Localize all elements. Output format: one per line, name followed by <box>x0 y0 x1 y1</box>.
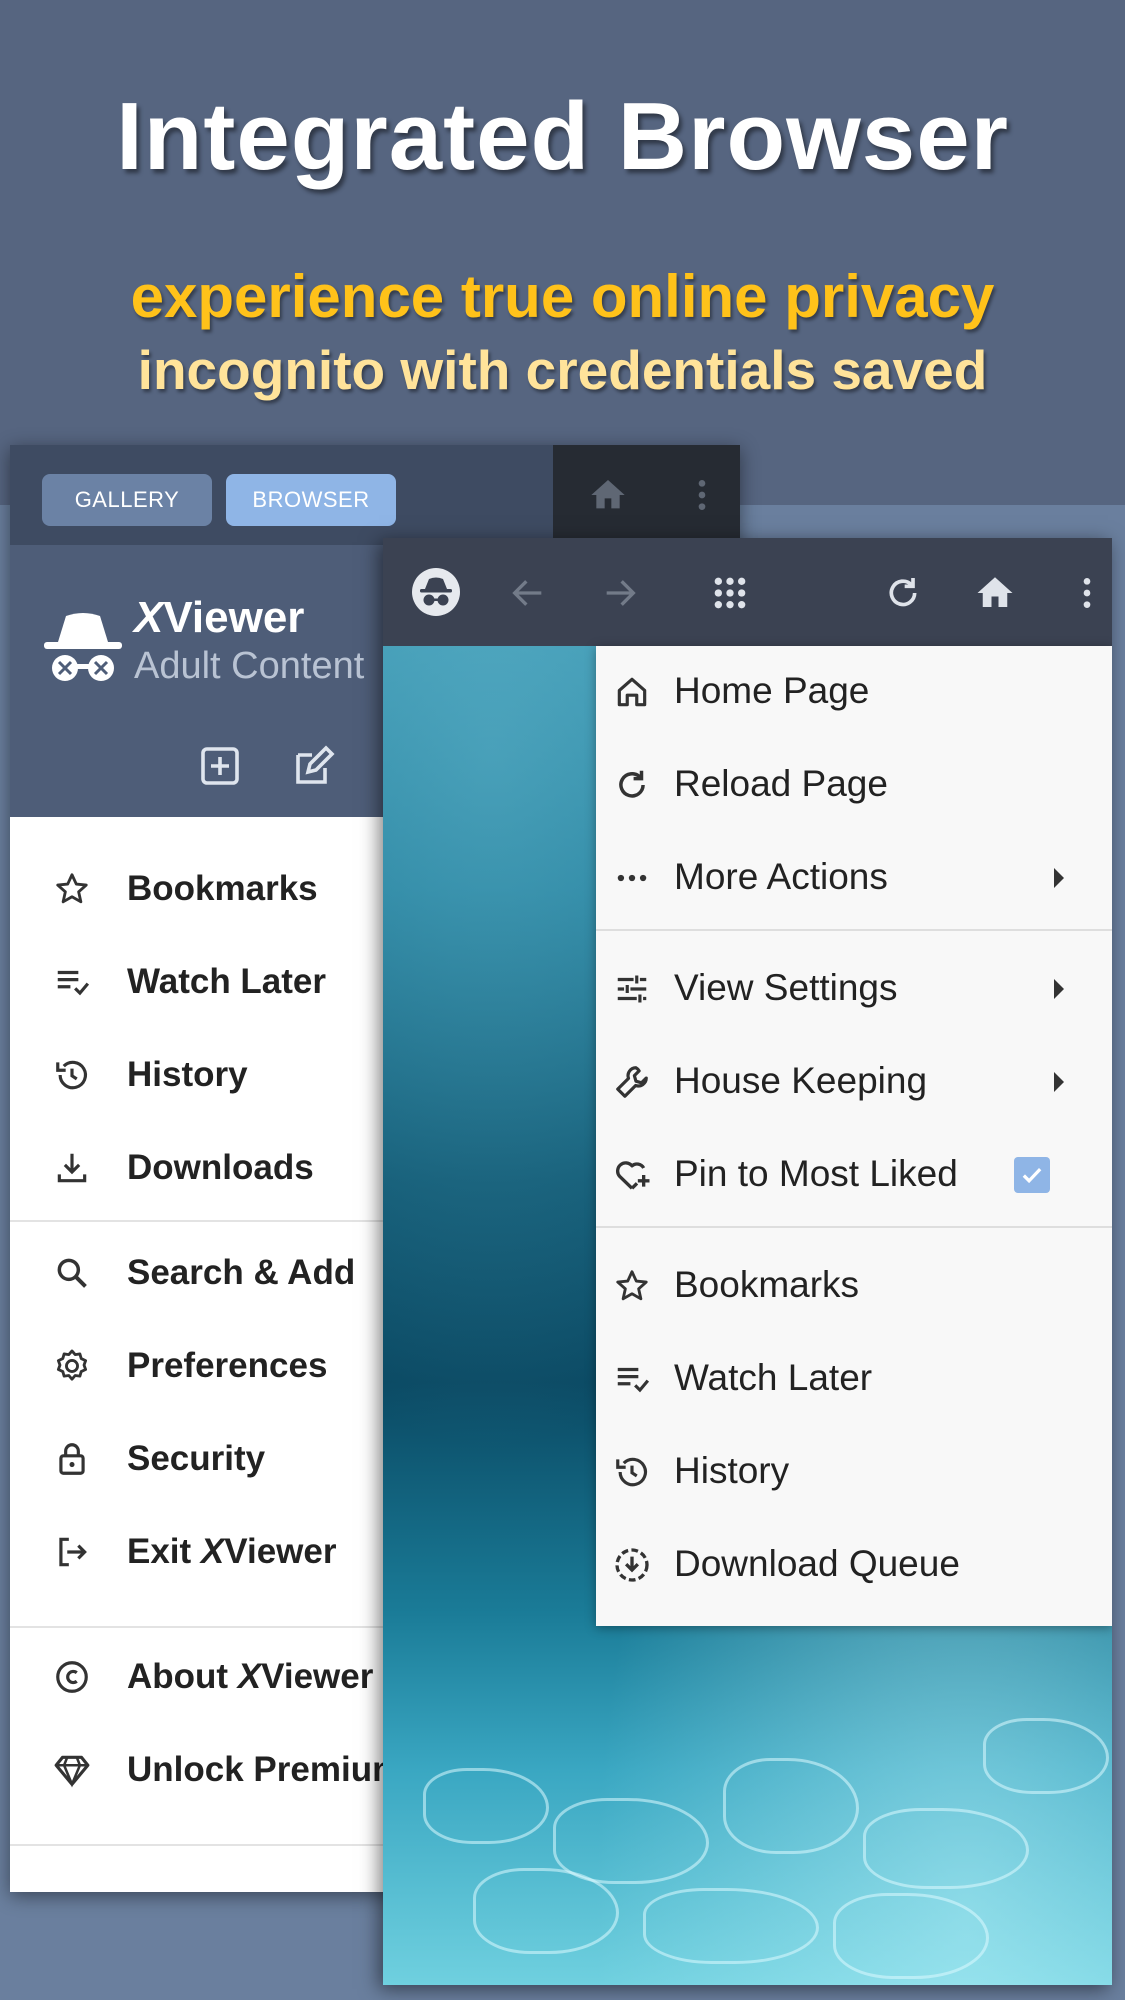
water-caustic <box>983 1718 1109 1794</box>
label-part: About <box>127 1656 238 1696</box>
water-caustic <box>723 1758 859 1854</box>
incognito-badge-icon[interactable] <box>411 567 461 617</box>
menu-item-label: Pin to Most Liked <box>674 1153 958 1194</box>
menu-item-label: Home Page <box>674 670 870 711</box>
playlist-check-icon <box>52 962 92 1002</box>
history-icon <box>612 1452 652 1492</box>
edit-icon[interactable] <box>290 742 338 790</box>
lock-icon <box>52 1439 92 1479</box>
menu-item-history[interactable]: History <box>596 1426 1112 1519</box>
menu-item-label: Bookmarks <box>674 1264 860 1305</box>
menu-item-bookmarks[interactable]: Bookmarks <box>596 1240 1112 1333</box>
water-caustic <box>643 1888 819 1964</box>
gear-icon <box>52 1346 92 1386</box>
drawer-item-label: About XViewer <box>127 1657 373 1697</box>
reload-icon <box>612 765 652 805</box>
drawer-item-label: History <box>127 1054 248 1094</box>
diamond-icon <box>52 1750 92 1790</box>
menu-item-label: Reload Page <box>674 763 888 804</box>
menu-item-more-actions[interactable]: More Actions <box>596 832 1112 925</box>
star-icon <box>52 869 92 909</box>
label-part: Exit <box>127 1531 201 1571</box>
browser-overflow-menu: Home Page Reload Page More Actions View … <box>596 646 1112 1626</box>
drawer-item-label: Security <box>127 1438 266 1478</box>
app-subtitle: Adult Content <box>134 645 365 687</box>
download-circle-icon <box>612 1545 652 1585</box>
pin-checkbox[interactable] <box>1014 1157 1050 1193</box>
menu-item-label: History <box>674 1450 790 1491</box>
tune-icon <box>612 969 652 1009</box>
menu-item-label: House Keeping <box>674 1060 928 1101</box>
tab-browser[interactable]: BROWSER <box>226 474 396 526</box>
menu-item-label: More Actions <box>674 856 888 897</box>
submenu-arrow-icon <box>1054 1072 1064 1092</box>
menu-item-home-page[interactable]: Home Page <box>596 646 1112 739</box>
apps-grid-icon[interactable] <box>707 570 753 616</box>
submenu-arrow-icon <box>1054 868 1064 888</box>
heart-plus-icon <box>612 1155 652 1195</box>
drawer-item-label: Preferences <box>127 1345 328 1385</box>
menu-item-view-settings[interactable]: View Settings <box>596 943 1112 1036</box>
label-rest: Viewer <box>261 1656 374 1696</box>
water-caustic <box>423 1768 549 1844</box>
app-name-prefix: X <box>134 593 164 642</box>
water-caustic <box>473 1868 619 1954</box>
app-name-rest: Viewer <box>163 593 305 642</box>
playlist-check-icon <box>612 1359 652 1399</box>
menu-item-label: Download Queue <box>674 1543 960 1584</box>
label-rest: Viewer <box>224 1531 337 1571</box>
incognito-logo-icon <box>38 602 128 692</box>
home-icon[interactable] <box>586 473 630 517</box>
menu-divider <box>596 1226 1112 1228</box>
menu-item-download-queue[interactable]: Download Queue <box>596 1519 1112 1612</box>
more-vertical-icon[interactable] <box>1064 570 1110 616</box>
drawer-item-label: Watch Later <box>127 961 327 1001</box>
browser-panel: Home Page Reload Page More Actions View … <box>383 538 1112 1985</box>
reload-icon[interactable] <box>880 570 926 616</box>
home-outline-icon <box>612 672 652 712</box>
label-italic-part: X <box>237 1656 262 1696</box>
more-vertical-icon[interactable] <box>680 473 724 517</box>
home-icon[interactable] <box>972 570 1018 616</box>
promo-subtitle-2: incognito with credentials saved <box>137 339 988 401</box>
add-box-icon[interactable] <box>196 742 244 790</box>
menu-item-watch-later[interactable]: Watch Later <box>596 1333 1112 1426</box>
app-name: XViewer <box>134 593 304 643</box>
menu-item-house-keeping[interactable]: House Keeping <box>596 1036 1112 1129</box>
menu-item-label: Watch Later <box>674 1357 873 1398</box>
copyright-icon <box>52 1657 92 1697</box>
drawer-item-label: Unlock Premium <box>127 1749 404 1789</box>
drawer-item-label: Downloads <box>127 1147 314 1187</box>
menu-divider <box>596 929 1112 931</box>
search-icon <box>52 1253 92 1293</box>
menu-item-label: View Settings <box>674 967 898 1008</box>
back-arrow-icon[interactable] <box>505 570 551 616</box>
menu-item-reload-page[interactable]: Reload Page <box>596 739 1112 832</box>
water-caustic <box>833 1893 989 1979</box>
label-italic-part: X <box>200 1531 225 1571</box>
history-icon <box>52 1055 92 1095</box>
wrench-icon <box>612 1062 652 1102</box>
water-caustic <box>553 1798 709 1884</box>
promo-headline: Integrated Browser <box>116 83 1009 190</box>
exit-icon <box>52 1532 92 1572</box>
background-top <box>0 0 1125 505</box>
forward-arrow-icon[interactable] <box>597 570 643 616</box>
drawer-item-label: Bookmarks <box>127 868 318 908</box>
star-icon <box>612 1266 652 1306</box>
water-caustic <box>863 1808 1029 1889</box>
dots-horizontal-icon <box>612 858 652 898</box>
drawer-item-label: Exit XViewer <box>127 1532 337 1572</box>
tab-gallery[interactable]: GALLERY <box>42 474 212 526</box>
drawer-item-label: Search & Add <box>127 1252 356 1292</box>
promo-subtitle-1: experience true online privacy <box>130 263 995 330</box>
download-icon <box>52 1148 92 1188</box>
menu-item-pin-to-most-liked[interactable]: Pin to Most Liked <box>596 1129 1112 1222</box>
submenu-arrow-icon <box>1054 979 1064 999</box>
